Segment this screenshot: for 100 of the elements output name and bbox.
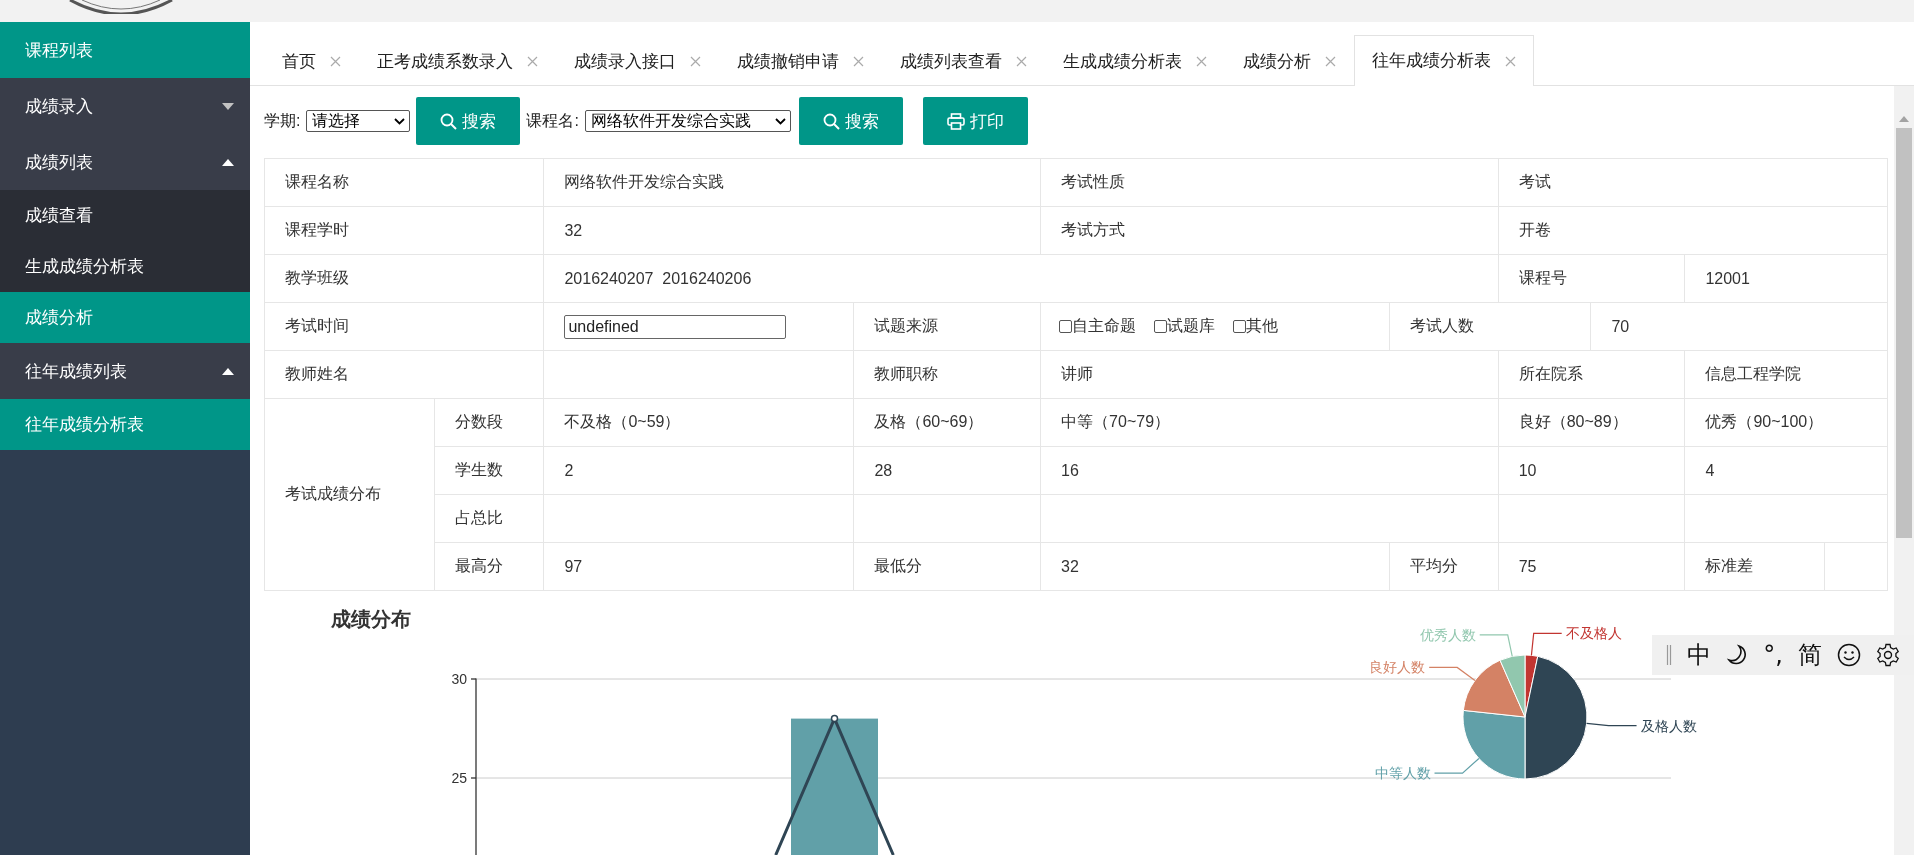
term-select[interactable]: 请选择 (306, 110, 411, 132)
table-cell: 良好（80~89） (1498, 399, 1686, 447)
field-label: 平均分 (1390, 543, 1499, 591)
tab[interactable]: 正考成绩系数录入 (359, 36, 556, 86)
field-label: 教学班级 (265, 255, 545, 303)
smiley-icon[interactable] (1837, 643, 1862, 667)
slice-label: 中等人数 (1374, 765, 1431, 782)
close-icon[interactable] (527, 56, 538, 67)
table-cell: 不及格（0~59） (544, 399, 855, 447)
field-value: 信息工程学院 (1685, 351, 1888, 399)
grip-icon[interactable] (1665, 645, 1672, 665)
course-label: 课程名: (526, 110, 579, 131)
course-select[interactable]: 网络软件开发综合实践 (584, 110, 791, 132)
field-value: 讲师 (1041, 351, 1499, 399)
close-icon[interactable] (1196, 56, 1207, 67)
leader-line (1433, 757, 1480, 774)
field-value: 97 (544, 543, 855, 591)
field-value: 32 (1041, 543, 1391, 591)
field-label: 最低分 (854, 543, 1042, 591)
field-label: 课程学时 (265, 207, 545, 255)
field-value: 32 (544, 207, 1042, 255)
field-label: 考试时间 (265, 303, 545, 351)
tab[interactable]: 成绩分析 (1225, 36, 1354, 86)
punctuation-toggle[interactable]: °, (1763, 641, 1783, 669)
field-value: 2016240207 2016240206 (544, 255, 1499, 303)
field-value: 考试 (1498, 159, 1888, 207)
search-button[interactable]: 搜索 (798, 97, 903, 145)
close-icon[interactable] (330, 56, 341, 67)
tab[interactable]: 成绩撤销申请 (719, 36, 882, 86)
slice-label: 及格人数 (1640, 717, 1697, 734)
chevron-icon (394, 117, 406, 125)
field-value: 开卷 (1498, 207, 1888, 255)
close-icon[interactable] (853, 56, 864, 67)
search-icon (822, 112, 840, 130)
source-checkbox[interactable]: 其他 (1233, 316, 1279, 337)
field-value: 12001 (1685, 255, 1888, 303)
sidebar-item[interactable]: 往年成绩分析表 (0, 399, 250, 450)
tab[interactable]: 生成成绩分析表 (1045, 36, 1225, 86)
leader-line (1530, 632, 1563, 656)
table-cell: 及格（60~69） (854, 399, 1042, 447)
table-cell: 中等（70~79） (1041, 399, 1499, 447)
leader-line (1428, 666, 1476, 681)
input-mode-toggle[interactable]: 中 (1686, 639, 1711, 671)
sidebar-group[interactable]: 往年成绩列表 (0, 343, 250, 399)
tab[interactable]: 成绩列表查看 (882, 36, 1045, 86)
tab[interactable]: 成绩录入接口 (556, 36, 719, 86)
row-header: 学生数 (434, 447, 545, 495)
scroll-up-icon[interactable] (1899, 116, 1909, 122)
print-button[interactable]: 打印 (922, 97, 1028, 145)
field-label: 考试性质 (1041, 159, 1499, 207)
chevron-icon (774, 117, 786, 125)
close-icon[interactable] (690, 56, 701, 67)
field-value: 网络软件开发综合实践 (544, 159, 1042, 207)
table-cell: 4 (1685, 447, 1888, 495)
sidebar-group[interactable]: 成绩录入 (0, 78, 250, 134)
field-label: 考试方式 (1041, 207, 1499, 255)
settings-icon[interactable] (1876, 643, 1901, 667)
search-icon (440, 112, 458, 130)
axis-tick-label: 30 (451, 671, 467, 687)
slice-label: 优秀人数 (1419, 626, 1476, 643)
field-label: 考试人数 (1390, 303, 1592, 351)
row-header: 分数段 (434, 399, 545, 447)
table-cell: 10 (1498, 447, 1686, 495)
chart-title: 成绩分布 (331, 606, 411, 632)
exam-time-input[interactable]: undefined (564, 314, 787, 339)
sidebar-item[interactable]: 成绩查看 (0, 190, 250, 241)
field-label: 最高分 (434, 543, 545, 591)
field-value: 70 (1591, 303, 1888, 351)
tab[interactable]: 往年成绩分析表 (1354, 35, 1534, 86)
source-checkbox[interactable]: 试题库 (1154, 316, 1216, 337)
sidebar-item[interactable]: 成绩分析 (0, 292, 250, 343)
field-label: 试题来源 (854, 303, 1042, 351)
moon-icon[interactable] (1725, 644, 1748, 666)
table-cell (1824, 543, 1888, 591)
leader-line (1479, 634, 1513, 657)
field-label: 所在院系 (1498, 351, 1686, 399)
field-label: 考试成绩分布 (265, 399, 435, 591)
field-label: 教师姓名 (265, 351, 545, 399)
search-button[interactable]: 搜索 (416, 97, 521, 145)
term-label: 学期: (264, 110, 301, 131)
sidebar-item[interactable]: 生成成绩分析表 (0, 241, 250, 292)
sidebar-group[interactable]: 成绩列表 (0, 134, 250, 190)
slice-label: 不及格人 (1565, 625, 1622, 642)
tab[interactable]: 首页 (264, 36, 359, 86)
table-cell: 28 (854, 447, 1042, 495)
close-icon[interactable] (1325, 56, 1336, 67)
caret-icon (222, 367, 234, 375)
field-label: 标准差 (1685, 543, 1825, 591)
script-toggle[interactable]: 简 (1798, 639, 1822, 671)
field-label: 课程名称 (265, 159, 545, 207)
field-label: 教师职称 (854, 351, 1042, 399)
scrollbar[interactable] (1894, 86, 1914, 855)
close-icon[interactable] (1016, 56, 1027, 67)
row-header: 占总比 (434, 495, 545, 543)
table-cell: 2 (544, 447, 855, 495)
scrollbar-thumb[interactable] (1896, 128, 1912, 538)
sidebar-item[interactable]: 课程列表 (0, 22, 250, 78)
caret-icon (222, 102, 234, 110)
source-checkbox[interactable]: 自主命题 (1059, 316, 1137, 337)
close-icon[interactable] (1505, 55, 1516, 67)
